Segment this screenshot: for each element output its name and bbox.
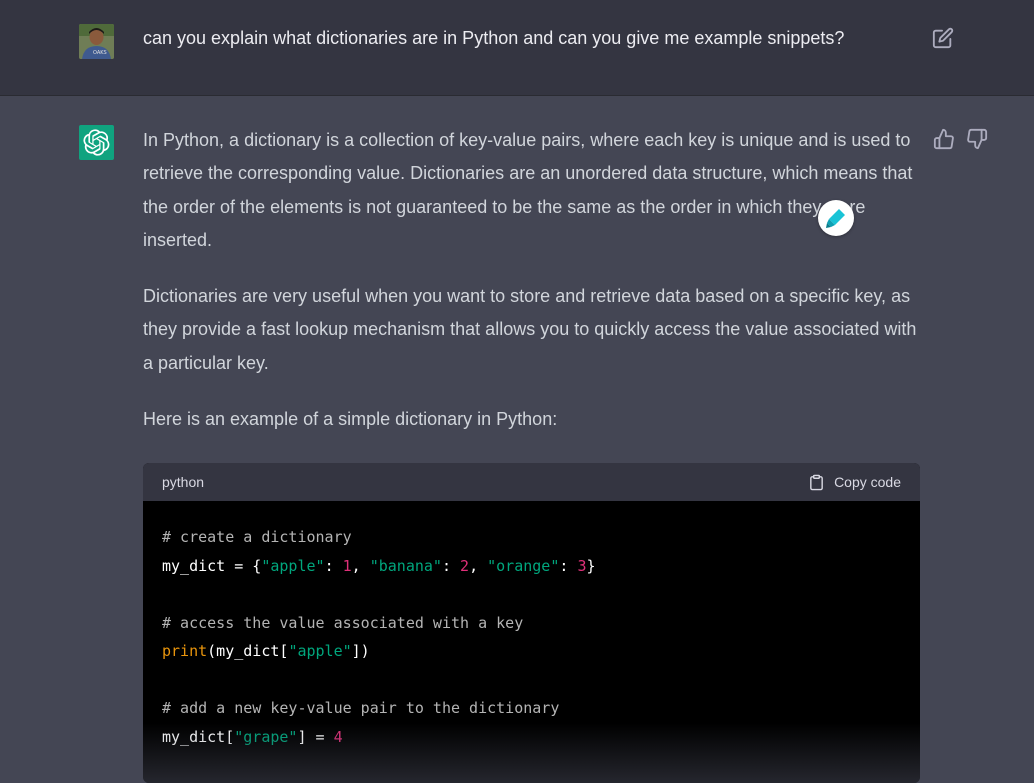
user-message-text: can you explain what dictionaries are in… bbox=[143, 28, 845, 48]
code-token: "apple" bbox=[288, 642, 352, 660]
answer-paragraph: Here is an example of a simple dictionar… bbox=[143, 409, 558, 430]
user-photo-icon: OAKS bbox=[79, 24, 114, 59]
code-token: , bbox=[351, 556, 370, 575]
copy-code-button[interactable]: Copy code bbox=[808, 473, 901, 492]
code-token: 2 bbox=[460, 556, 470, 575]
code-line: # access the value associated with a key bbox=[162, 609, 901, 638]
answer-paragraph: In Python, a dictionary is a collection … bbox=[143, 130, 913, 250]
code-token: "orange" bbox=[487, 556, 560, 575]
user-message-row: OAKS can you explain what dictionaries a… bbox=[0, 0, 1034, 96]
code-line: print(my_dict["apple"]) bbox=[162, 637, 901, 666]
thumbs-up-icon bbox=[933, 128, 954, 150]
code-token: my_dict = { bbox=[162, 556, 262, 575]
thumbs-down-button[interactable] bbox=[966, 128, 988, 150]
highlighter-extension-button[interactable] bbox=[818, 200, 854, 236]
code-token: ] = bbox=[297, 727, 334, 746]
code-header: python Copy code bbox=[143, 463, 920, 501]
code-token: } bbox=[586, 556, 596, 575]
code-token: ]) bbox=[351, 642, 370, 660]
svg-text:OAKS: OAKS bbox=[93, 50, 107, 56]
assistant-answer: In Python, a dictionary is a collection … bbox=[143, 124, 928, 459]
thumbs-up-button[interactable] bbox=[933, 128, 955, 150]
code-token: , bbox=[469, 556, 488, 575]
code-token: : bbox=[441, 556, 461, 575]
code-token: # add a new key-value pair to the dictio… bbox=[162, 699, 560, 717]
code-body: # create a dictionary my_dict = {"apple":… bbox=[143, 501, 920, 751]
code-token: print bbox=[162, 642, 208, 660]
code-line: # add a new key-value pair to the dictio… bbox=[162, 694, 901, 723]
code-token: 1 bbox=[342, 556, 352, 575]
code-block: python Copy code # create a dictionary my… bbox=[143, 463, 920, 783]
code-token: "grape" bbox=[234, 727, 298, 746]
code-token: (my_dict[ bbox=[207, 642, 289, 660]
code-language-label: python bbox=[162, 474, 205, 490]
user-avatar: OAKS bbox=[79, 24, 114, 59]
code-line: my_dict["grape"] = 4 bbox=[162, 723, 901, 752]
edit-message-button[interactable] bbox=[932, 27, 954, 49]
copy-code-label: Copy code bbox=[834, 474, 901, 490]
openai-logo-icon bbox=[83, 129, 110, 156]
thumbs-down-icon bbox=[967, 128, 988, 150]
code-token: my_dict[ bbox=[162, 727, 235, 746]
code-line: # create a dictionary bbox=[162, 523, 901, 552]
highlighter-pen-icon bbox=[826, 209, 845, 228]
edit-icon bbox=[932, 27, 954, 49]
code-token: : bbox=[559, 556, 578, 575]
code-token: # access the value associated with a key bbox=[162, 613, 524, 632]
code-token: : bbox=[324, 556, 343, 575]
code-line: my_dict = {"apple": 1, "banana": 2, "ora… bbox=[162, 552, 901, 581]
code-token: "apple" bbox=[261, 556, 325, 575]
assistant-avatar bbox=[79, 125, 114, 160]
clipboard-icon bbox=[810, 474, 823, 490]
code-token: "banana" bbox=[369, 556, 442, 575]
answer-paragraph: Dictionaries are very useful when you wa… bbox=[143, 286, 917, 373]
code-token: 4 bbox=[333, 727, 343, 746]
code-token: # create a dictionary bbox=[162, 528, 352, 546]
